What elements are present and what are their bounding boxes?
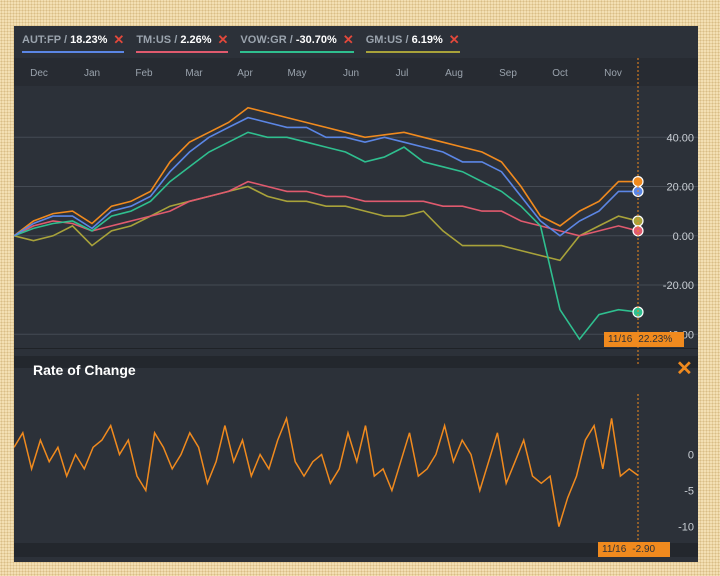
legend-value: 18.23% <box>70 33 108 46</box>
x-tick-label: Jul <box>396 68 409 79</box>
x-tick-label: Aug <box>445 68 463 79</box>
roc-bottom-band <box>14 543 698 557</box>
x-tick-label: Sep <box>499 68 517 79</box>
y-tick-label: 20.00 <box>666 182 694 194</box>
legend-ticker: AUT:FP <box>22 33 61 46</box>
chart-panel: AUT:FP / 18.23% ✕ TM:US / 2.26% ✕ VOW:GR… <box>14 26 698 562</box>
y-tick-label: -20.00 <box>663 280 694 292</box>
legend-item-tm[interactable]: TM:US / 2.26% ✕ <box>136 32 229 53</box>
legend-value: 2.26% <box>180 33 212 46</box>
legend-value: 6.19% <box>411 33 443 46</box>
x-tick-label: Mar <box>185 68 203 79</box>
x-tick-label: Feb <box>135 68 153 79</box>
roc-y-tick-label: -10 <box>678 522 694 534</box>
series-line <box>14 106 638 237</box>
x-tick-label: Dec <box>30 68 48 79</box>
main-cursor-badge: 11/16 22.23% <box>604 332 684 347</box>
legend-ticker: TM:US <box>136 33 172 46</box>
series-end-point <box>632 215 644 227</box>
x-tick-label: May <box>288 68 307 79</box>
roc-title: Rate of Change <box>33 362 136 378</box>
badge-date: 11/16 <box>608 334 633 345</box>
legend-ticker: GM:US <box>365 33 403 46</box>
legend-item-gm[interactable]: GM:US / 6.19% ✕ <box>365 32 460 53</box>
x-tick-label: Oct <box>552 68 568 79</box>
x-tick-label: Apr <box>237 68 253 79</box>
legend-item-aut[interactable]: AUT:FP / 18.23% ✕ <box>22 32 125 53</box>
close-icon[interactable]: ✕ <box>449 32 460 48</box>
close-icon[interactable]: ✕ <box>113 32 124 48</box>
x-tick-label: Jun <box>343 68 359 79</box>
y-tick-label: 40.00 <box>666 132 694 144</box>
close-icon[interactable]: ✕ <box>218 32 229 48</box>
badge-value: -2.90 <box>632 544 656 555</box>
legend: AUT:FP / 18.23% ✕ TM:US / 2.26% ✕ VOW:GR… <box>14 26 698 58</box>
roc-line <box>14 415 639 527</box>
close-icon[interactable]: ✕ <box>676 356 693 381</box>
x-tick-label: Nov <box>604 68 622 79</box>
legend-item-vow[interactable]: VOW:GR / -30.70% ✕ <box>240 32 354 53</box>
legend-ticker: VOW:GR <box>240 33 287 46</box>
legend-value: -30.70% <box>295 33 337 46</box>
badge-date: 11/16 <box>602 544 627 555</box>
badge-value: 22.23% <box>638 334 673 345</box>
roc-y-tick-label: 0 <box>688 449 694 461</box>
close-icon[interactable]: ✕ <box>343 32 354 48</box>
x-tick-label: Jan <box>84 68 100 79</box>
y-tick-label: 0.00 <box>673 231 694 243</box>
price-chart: Dec Jan Feb Mar Apr May Jun Jul Aug Sep Oct Nov 40.0… <box>14 58 698 368</box>
roc-y-tick-label: -5 <box>684 486 694 498</box>
roc-cursor-badge: 11/16 -2.90 <box>598 542 670 557</box>
